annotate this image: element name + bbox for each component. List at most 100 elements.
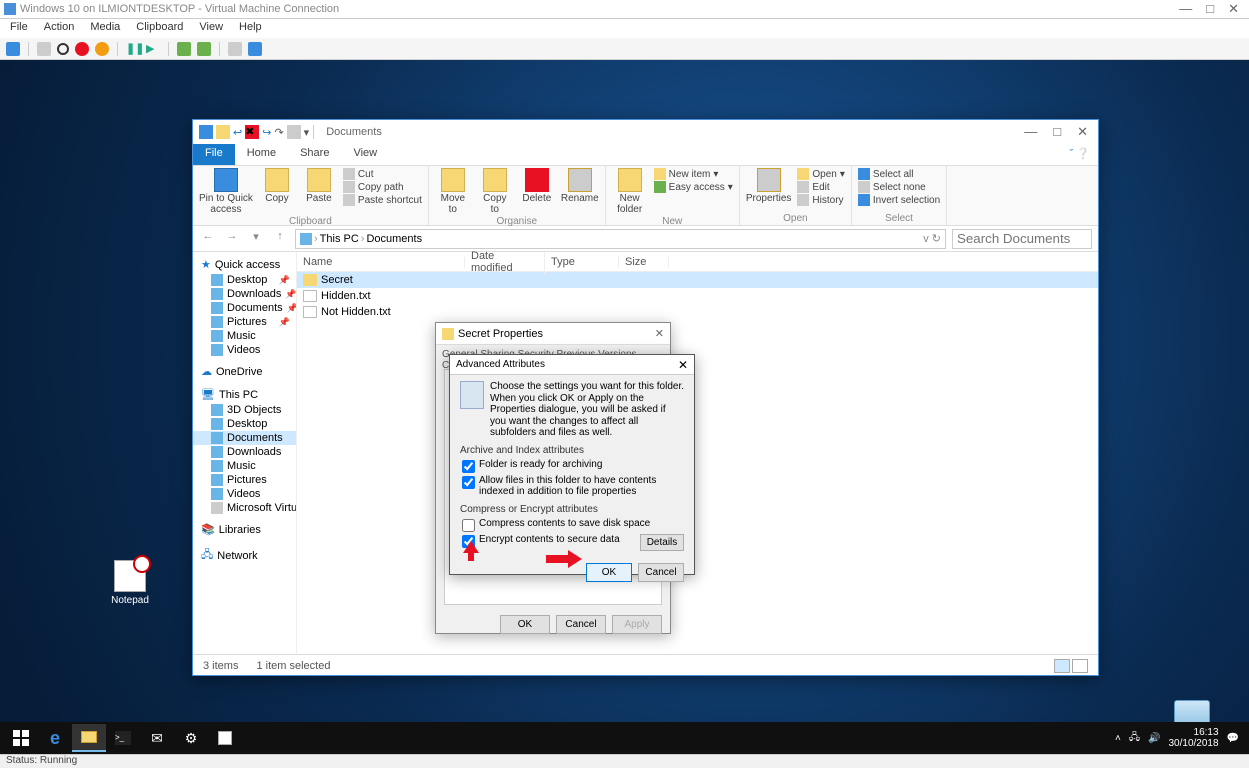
nav-desktop2[interactable]: Desktop <box>193 417 296 431</box>
properties-cancel-button[interactable]: Cancel <box>556 615 606 634</box>
nav-libraries[interactable]: 📚Libraries <box>193 521 296 538</box>
nav-pictures2[interactable]: Pictures <box>193 473 296 487</box>
vm-menu-media[interactable]: Media <box>90 21 120 36</box>
vm-maximize-button[interactable]: □ <box>1206 1 1214 17</box>
chk-compress[interactable] <box>462 519 475 532</box>
taskbar-terminal[interactable]: >_ <box>106 724 140 752</box>
rbn-selectnone[interactable]: Select none <box>858 181 940 193</box>
tray-clock[interactable]: 16:13 30/10/2018 <box>1168 727 1218 749</box>
rbn-newitem[interactable]: New item ▾ <box>654 168 733 180</box>
ribbon-help-icon[interactable]: ˇ ❔ <box>1062 144 1098 165</box>
nav-3dobjects[interactable]: 3D Objects <box>193 403 296 417</box>
rbn-copypath[interactable]: Copy path <box>343 181 422 193</box>
nav-recent-button[interactable]: ▾ <box>247 230 265 248</box>
rbn-newfolder[interactable]: New folder <box>612 168 648 215</box>
tab-file[interactable]: File <box>193 144 235 165</box>
vm-close-button[interactable]: ✕ <box>1228 1 1239 17</box>
nav-videos2[interactable]: Videos <box>193 487 296 501</box>
tray-volume-icon[interactable]: 🔊 <box>1148 733 1160 744</box>
tab-home[interactable]: Home <box>235 144 288 165</box>
explorer-titlebar[interactable]: ↩ ✖ ↪ ↷ ▾ Documents — □ ✕ <box>193 120 1098 144</box>
col-name[interactable]: Name <box>297 256 465 268</box>
breadcrumb[interactable]: › This PC › Documents v ↻ <box>295 229 946 249</box>
properties-apply-button[interactable]: Apply <box>612 615 662 634</box>
vm-reset-icon[interactable]: ▶ <box>146 42 160 56</box>
rbn-cut[interactable]: Cut <box>343 168 422 180</box>
qat-redo-icon[interactable]: ↪ <box>262 126 271 139</box>
vm-minimize-button[interactable]: — <box>1179 1 1192 17</box>
nav-downloads[interactable]: Downloads📌 <box>193 287 296 301</box>
vm-turnoff-icon[interactable] <box>57 43 69 55</box>
vm-share-icon[interactable] <box>248 42 262 56</box>
start-button[interactable] <box>4 724 38 752</box>
vm-checkpoint-icon[interactable] <box>177 42 191 56</box>
vm-shutdown-icon[interactable] <box>75 42 89 56</box>
nav-network[interactable]: 🖧Network <box>193 544 296 567</box>
col-type[interactable]: Type <box>545 256 619 268</box>
rbn-open[interactable]: Open ▾ <box>797 168 845 180</box>
desktop-icon-notepad[interactable]: Notepad <box>95 560 165 606</box>
explorer-minimize-button[interactable]: — <box>1024 124 1037 140</box>
qat-rename-icon[interactable] <box>287 125 301 139</box>
rbn-paste[interactable]: Paste <box>301 168 337 204</box>
taskbar-edge[interactable]: e <box>38 724 72 752</box>
chk-ready-archive[interactable] <box>462 460 475 473</box>
details-button[interactable]: Details <box>640 534 684 551</box>
vm-start-icon[interactable] <box>37 42 51 56</box>
taskbar-settings[interactable]: ⚙ <box>174 724 208 752</box>
nav-music2[interactable]: Music <box>193 459 296 473</box>
explorer-close-button[interactable]: ✕ <box>1077 124 1088 140</box>
col-date[interactable]: Date modified <box>465 250 545 274</box>
guest-desktop[interactable]: Notepad Recycle Bin ↩ ✖ ↪ ↷ ▾ Documents … <box>0 60 1249 754</box>
taskbar-explorer[interactable] <box>72 724 106 752</box>
rbn-pin-quickaccess[interactable]: Pin to Quick access <box>199 168 253 215</box>
adv-ok-button[interactable]: OK <box>586 563 632 582</box>
rbn-delete[interactable]: ✖Delete <box>519 168 555 204</box>
rbn-copyto[interactable]: Copy to <box>477 168 513 215</box>
nav-documents-q[interactable]: Documents📌 <box>193 301 296 315</box>
rbn-rename[interactable]: Rename <box>561 168 599 204</box>
nav-quickaccess[interactable]: ★Quick access <box>193 256 296 273</box>
tray-network-icon[interactable]: 🖧 <box>1129 730 1140 747</box>
qat-dropdown-icon[interactable]: ▾ <box>304 126 310 139</box>
rbn-pasteshortcut[interactable]: Paste shortcut <box>343 194 422 206</box>
col-size[interactable]: Size <box>619 256 669 268</box>
qat-properties-icon[interactable] <box>199 125 213 139</box>
vm-menu-view[interactable]: View <box>199 21 223 36</box>
explorer-maximize-button[interactable]: □ <box>1053 124 1061 140</box>
vm-pause-icon[interactable]: ❚❚ <box>126 42 140 56</box>
nav-msvd[interactable]: Microsoft Virtual Di <box>193 501 296 515</box>
vm-revert-icon[interactable] <box>197 42 211 56</box>
nav-desktop[interactable]: Desktop📌 <box>193 273 296 287</box>
rbn-properties[interactable]: Properties <box>746 168 792 204</box>
rbn-copy[interactable]: Copy <box>259 168 295 204</box>
properties-close-button[interactable]: ✕ <box>655 327 664 340</box>
vm-menu-help[interactable]: Help <box>239 21 262 36</box>
taskbar-mail[interactable]: ✉ <box>140 724 174 752</box>
nav-thispc[interactable]: 🖥This PC <box>193 386 296 403</box>
adv-cancel-button[interactable]: Cancel <box>638 563 684 582</box>
breadcrumb-documents[interactable]: Documents <box>366 233 422 245</box>
nav-videos[interactable]: Videos <box>193 343 296 357</box>
rbn-invertsel[interactable]: Invert selection <box>858 194 940 206</box>
vm-enhanced-icon[interactable] <box>228 42 242 56</box>
qat-redo2-icon[interactable]: ↷ <box>274 126 283 139</box>
properties-ok-button[interactable]: OK <box>500 615 550 634</box>
qat-undo-icon[interactable]: ↩ <box>233 126 242 139</box>
vm-menu-file[interactable]: File <box>10 21 28 36</box>
nav-up-button[interactable]: ↑ <box>271 230 289 248</box>
breadcrumb-thispc[interactable]: This PC <box>320 233 359 245</box>
vm-save-icon[interactable] <box>95 42 109 56</box>
vm-menu-action[interactable]: Action <box>44 21 75 36</box>
view-large-icon[interactable] <box>1072 659 1088 673</box>
nav-forward-button[interactable]: → <box>223 230 241 248</box>
tray-up-icon[interactable]: ˄ <box>1115 733 1121 744</box>
qat-newfolder-icon[interactable] <box>216 125 230 139</box>
rbn-easyaccess[interactable]: Easy access ▾ <box>654 181 733 193</box>
tab-share[interactable]: Share <box>288 144 341 165</box>
nav-documents[interactable]: Documents <box>193 431 296 445</box>
view-details-icon[interactable] <box>1054 659 1070 673</box>
nav-pictures[interactable]: Pictures📌 <box>193 315 296 329</box>
nav-back-button[interactable]: ← <box>199 230 217 248</box>
tab-view[interactable]: View <box>341 144 389 165</box>
